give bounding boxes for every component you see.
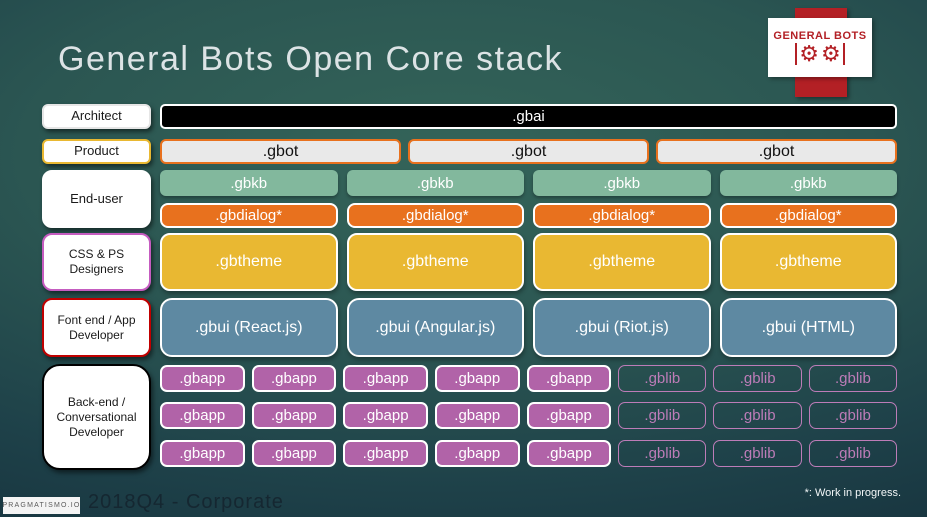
role-label-product: Product bbox=[42, 139, 151, 164]
role-text: Font end / App Developer bbox=[57, 312, 136, 342]
role-text: CSS & PS Designers bbox=[68, 247, 125, 276]
gears-icon: ⚙ ⚙ bbox=[794, 41, 846, 66]
gblib-box: .gblib bbox=[713, 365, 802, 392]
gbot-box: .gbot bbox=[656, 139, 897, 164]
role-label-front-end-app-developer: Font end / App Developer bbox=[42, 298, 151, 357]
gbapp-box: .gbapp bbox=[434, 440, 520, 467]
work-in-progress-note: *: Work in progress. bbox=[804, 487, 901, 499]
gear-icon: ⚙ bbox=[799, 41, 819, 66]
pragmatismo-logo: PRAGMATISMO.IO bbox=[2, 497, 80, 514]
gbdialog-box: .gbdialog* bbox=[533, 203, 711, 228]
gbapp-box: .gbapp bbox=[434, 402, 520, 429]
gbui-react-box: .gbui (React.js) bbox=[160, 298, 338, 357]
gbapp-box: .gbapp bbox=[160, 440, 245, 467]
gblib-box: .gblib bbox=[808, 440, 898, 467]
gbot-box: .gbot bbox=[408, 139, 649, 164]
row-gbapp-1: .gbapp .gbapp .gbapp .gbapp .gbapp .gbli… bbox=[160, 365, 898, 392]
role-label-architect: Architect bbox=[42, 104, 151, 129]
gbui-html-box: .gbui (HTML) bbox=[719, 298, 897, 357]
general-bots-logo: GENERAL BOTS ⚙ ⚙ bbox=[768, 18, 872, 77]
gbapp-box: .gbapp bbox=[343, 440, 428, 467]
gbkb-box: .gbkb bbox=[346, 170, 524, 196]
gear-icon: ⚙ bbox=[821, 41, 841, 66]
gbkb-box: .gbkb bbox=[533, 170, 711, 196]
gbapp-box: .gbapp bbox=[526, 440, 612, 467]
footer-edition-text: 2018Q4 - Corporate bbox=[88, 491, 284, 513]
gbkb-box: .gbkb bbox=[160, 170, 338, 196]
gbai-box: .gbai bbox=[160, 104, 897, 129]
gbapp-box: .gbapp bbox=[160, 402, 245, 429]
gbtheme-box: .gbtheme bbox=[346, 233, 524, 291]
gblib-box: .gblib bbox=[808, 365, 898, 392]
row-gbapp-3: .gbapp .gbapp .gbapp .gbapp .gbapp .gbli… bbox=[160, 440, 898, 467]
gear-bar-left-icon bbox=[794, 43, 798, 65]
gbapp-box: .gbapp bbox=[160, 365, 245, 392]
role-label-back-end-conversational-developer: Back-end / Conversational Developer bbox=[42, 364, 151, 470]
role-text: Architect bbox=[71, 108, 122, 124]
gbdialog-box: .gbdialog* bbox=[719, 203, 897, 228]
gbui-riot-box: .gbui (Riot.js) bbox=[533, 298, 711, 357]
row-gbui: .gbui (React.js) .gbui (Angular.js) .gbu… bbox=[160, 298, 897, 357]
gbapp-box: .gbapp bbox=[343, 402, 428, 429]
row-gbdialog: .gbdialog* .gbdialog* .gbdialog* .gbdial… bbox=[160, 203, 897, 228]
gbapp-box: .gbapp bbox=[434, 365, 520, 392]
gbkb-box: .gbkb bbox=[719, 170, 897, 196]
gear-bar-right-icon bbox=[842, 43, 846, 65]
logo-wordmark: GENERAL BOTS bbox=[773, 30, 867, 42]
role-label-end-user: End-user bbox=[42, 170, 151, 228]
row-gbai: .gbai bbox=[160, 104, 897, 129]
role-text: Product bbox=[74, 143, 119, 159]
gblib-box: .gblib bbox=[618, 440, 707, 467]
role-text: Back-end / Conversational Developer bbox=[56, 394, 137, 439]
gbot-box: .gbot bbox=[160, 139, 401, 164]
gbtheme-box: .gbtheme bbox=[719, 233, 897, 291]
row-gbot: .gbot .gbot .gbot bbox=[160, 139, 897, 164]
gbapp-box: .gbapp bbox=[251, 440, 337, 467]
row-gbtheme: .gbtheme .gbtheme .gbtheme .gbtheme bbox=[160, 233, 897, 291]
role-text: End-user bbox=[70, 190, 123, 206]
gbapp-box: .gbapp bbox=[526, 402, 612, 429]
gblib-box: .gblib bbox=[713, 440, 802, 467]
gblib-box: .gblib bbox=[618, 402, 707, 429]
gbtheme-box: .gbtheme bbox=[160, 233, 338, 291]
gblib-box: .gblib bbox=[808, 402, 898, 429]
page-title: General Bots Open Core stack bbox=[58, 40, 564, 78]
gbtheme-box: .gbtheme bbox=[533, 233, 711, 291]
slide: General Bots Open Core stack GENERAL BOT… bbox=[0, 0, 927, 517]
gblib-box: .gblib bbox=[713, 402, 802, 429]
gbui-angular-box: .gbui (Angular.js) bbox=[346, 298, 524, 357]
gbdialog-box: .gbdialog* bbox=[160, 203, 338, 228]
gbapp-box: .gbapp bbox=[251, 402, 337, 429]
gbapp-box: .gbapp bbox=[343, 365, 428, 392]
gbapp-box: .gbapp bbox=[251, 365, 337, 392]
gbdialog-box: .gbdialog* bbox=[346, 203, 524, 228]
row-gbapp-2: .gbapp .gbapp .gbapp .gbapp .gbapp .gbli… bbox=[160, 402, 898, 429]
role-label-css-ps-designers: CSS & PS Designers bbox=[42, 233, 151, 291]
gblib-box: .gblib bbox=[618, 365, 707, 392]
row-gbkb: .gbkb .gbkb .gbkb .gbkb bbox=[160, 170, 897, 196]
gbapp-box: .gbapp bbox=[526, 365, 612, 392]
